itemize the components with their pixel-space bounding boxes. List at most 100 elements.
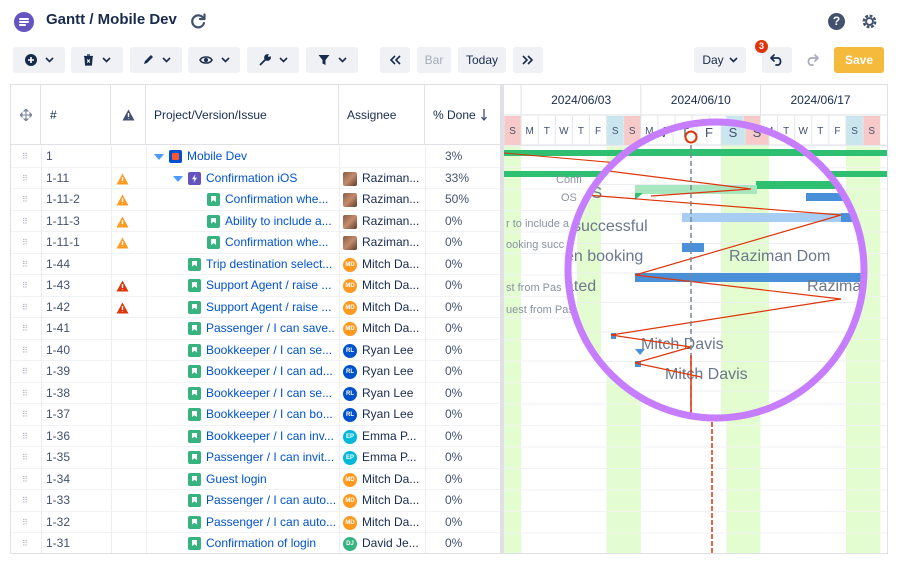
table-row[interactable]: ⠿ 1-38 Bookkeeper / I can se... RL Ryan Lee 0… — [11, 383, 500, 405]
issue-link[interactable]: Guest login — [206, 469, 335, 491]
issue-link[interactable]: Bookkeeper / I can ad... — [206, 361, 335, 383]
drag-handle-icon[interactable]: ⠿ — [22, 340, 30, 362]
table-row[interactable]: ⠿ 1-11-2 Confirmation whe... Raziman... 50% — [11, 189, 500, 211]
table-row[interactable]: ⠿ 1-41 Passenger / I can save... MD Mitch Da… — [11, 318, 500, 340]
issue-link[interactable]: Mobile Dev — [187, 146, 335, 168]
table-row[interactable]: ⠿ 1-42 Support Agent / raise ... MD Mitch Da… — [11, 297, 500, 319]
table-row[interactable]: ⠿ 1-31 Confirmation of login DJ David Je... 0… — [11, 533, 500, 553]
collapse-chevron-icon[interactable] — [173, 175, 183, 182]
table-row[interactable]: ⠿ 1-11 Confirmation iOS Raziman... 33% — [11, 168, 500, 190]
view-menu-button[interactable] — [188, 47, 240, 73]
avatar — [343, 214, 357, 229]
gantt-chart[interactable]: 2024/06/032024/06/102024/06/17SMTWTFSSMT… — [500, 84, 888, 554]
drag-handle-icon[interactable]: ⠿ — [22, 383, 30, 405]
warning-icon[interactable] — [116, 297, 130, 319]
issue-link[interactable]: Passenger / I can auto... — [206, 512, 335, 534]
drag-handle-icon[interactable]: ⠿ — [22, 404, 30, 426]
drag-handle-icon[interactable]: ⠿ — [22, 254, 30, 276]
table-row[interactable]: ⠿ 1-11-1 Confirmation whe... Raziman... 0% — [11, 232, 500, 254]
help-icon[interactable]: ? — [828, 13, 845, 30]
zoom-level-select[interactable]: Day — [694, 47, 746, 73]
issue-link[interactable]: Bookkeeper / I can inv... — [206, 426, 335, 448]
issue-link[interactable]: Passenger / I can auto... — [206, 490, 335, 512]
issue-link[interactable]: Passenger / I can invit... — [206, 447, 335, 469]
issue-link[interactable]: Support Agent / raise ... — [206, 275, 335, 297]
drag-handle-icon[interactable]: ⠿ — [22, 189, 30, 211]
issue-link[interactable]: Trip destination select... — [206, 254, 335, 276]
warning-icon[interactable] — [116, 232, 130, 254]
warning-icon — [122, 109, 134, 121]
table-row[interactable]: ⠿ 1-44 Trip destination select... MD Mitch D… — [11, 254, 500, 276]
avatar: RL — [343, 343, 357, 358]
issue-link[interactable]: Bookkeeper / I can se... — [206, 340, 335, 362]
story-type-icon — [207, 193, 220, 206]
table-row[interactable]: ⠿ 1 Mobile Dev 3% — [11, 146, 500, 168]
epic-type-icon — [188, 171, 201, 185]
table-row[interactable]: ⠿ 1-34 Guest login MD Mitch Da... 0% — [11, 469, 500, 491]
collapse-chevron-icon[interactable] — [154, 154, 164, 160]
column-header-assignee[interactable]: Assignee — [339, 85, 425, 145]
table-row[interactable]: ⠿ 1-43 Support Agent / raise ... MD Mitch Da… — [11, 275, 500, 297]
avatar: MD — [343, 300, 357, 315]
scroll-right-button[interactable] — [513, 47, 543, 73]
issue-link[interactable]: Bookkeeper / I can se... — [206, 383, 335, 405]
add-menu-button[interactable] — [13, 47, 65, 73]
scroll-left-button[interactable] — [380, 47, 410, 73]
column-header-warning[interactable] — [111, 85, 146, 145]
tools-menu-button[interactable] — [247, 47, 299, 73]
table-row[interactable]: ⠿ 1-40 Bookkeeper / I can se... RL Ryan Lee 0… — [11, 340, 500, 362]
edit-menu-button[interactable] — [130, 47, 182, 73]
table-row[interactable]: ⠿ 1-39 Bookkeeper / I can ad... RL Ryan Lee 0… — [11, 361, 500, 383]
redo-button[interactable] — [797, 47, 827, 73]
drag-column-header — [11, 85, 41, 145]
gear-icon[interactable] — [860, 12, 879, 31]
table-row[interactable]: ⠿ 1-35 Passenger / I can invit... EP Emma P.… — [11, 447, 500, 469]
table-row[interactable]: ⠿ 1-37 Bookkeeper / I can bo... RL Ryan Lee 0… — [11, 404, 500, 426]
drag-handle-icon[interactable]: ⠿ — [22, 297, 30, 319]
save-button[interactable]: Save — [834, 47, 884, 73]
row-number: 1-44 — [46, 256, 71, 271]
drag-handle-icon[interactable]: ⠿ — [22, 512, 30, 534]
drag-handle-icon[interactable]: ⠿ — [22, 232, 30, 254]
weekend-column — [863, 145, 881, 553]
day-letter: S — [612, 126, 619, 137]
table-row[interactable]: ⠿ 1-32 Passenger / I can auto... MD Mitch Da… — [11, 512, 500, 534]
issue-link[interactable]: Confirmation of login — [206, 533, 335, 553]
issue-link[interactable]: Ability to include a... — [225, 211, 335, 233]
drag-handle-icon[interactable]: ⠿ — [22, 361, 30, 383]
drag-handle-icon[interactable]: ⠿ — [22, 490, 30, 512]
warning-icon[interactable] — [116, 275, 130, 297]
delete-menu-button[interactable] — [71, 47, 123, 73]
drag-handle-icon[interactable]: ⠿ — [22, 447, 30, 469]
filter-icon — [318, 55, 329, 65]
table-row[interactable]: ⠿ 1-11-3 Ability to include a... Raziman...… — [11, 211, 500, 233]
column-header-issue[interactable]: Project/Version/Issue — [146, 85, 339, 145]
drag-handle-icon[interactable]: ⠿ — [22, 168, 30, 190]
drag-handle-icon[interactable]: ⠿ — [22, 146, 30, 168]
refresh-icon[interactable] — [188, 11, 208, 31]
drag-handle-icon[interactable]: ⠿ — [22, 533, 30, 553]
drag-handle-icon[interactable]: ⠿ — [22, 318, 30, 340]
undo-button[interactable] — [762, 47, 792, 73]
table-row[interactable]: ⠿ 1-33 Passenger / I can auto... MD Mitch Da… — [11, 490, 500, 512]
issue-link[interactable]: Confirmation iOS — [206, 168, 335, 190]
drag-handle-icon[interactable]: ⠿ — [22, 426, 30, 448]
drag-handle-icon[interactable]: ⠿ — [22, 469, 30, 491]
table-row[interactable]: ⠿ 1-36 Bookkeeper / I can inv... EP Emma P..… — [11, 426, 500, 448]
column-header-percent-done[interactable]: % Done — [425, 85, 500, 145]
issue-link[interactable]: Bookkeeper / I can bo... — [206, 404, 335, 426]
issue-link[interactable]: Confirmation whe... — [225, 232, 335, 254]
warning-icon[interactable] — [116, 189, 130, 211]
drag-handle-icon[interactable]: ⠿ — [22, 211, 30, 233]
issue-link[interactable]: Passenger / I can save... — [206, 318, 335, 340]
bar-button[interactable]: Bar — [417, 47, 451, 73]
drag-handle-icon[interactable]: ⠿ — [22, 275, 30, 297]
warning-icon[interactable] — [116, 168, 130, 190]
pane-splitter[interactable] — [501, 85, 504, 553]
warning-icon[interactable] — [116, 211, 130, 233]
issue-link[interactable]: Confirmation whe... — [225, 189, 335, 211]
filter-menu-button[interactable] — [306, 47, 358, 73]
column-header-number[interactable]: # — [41, 85, 111, 145]
issue-link[interactable]: Support Agent / raise ... — [206, 297, 335, 319]
today-button[interactable]: Today — [458, 47, 506, 73]
